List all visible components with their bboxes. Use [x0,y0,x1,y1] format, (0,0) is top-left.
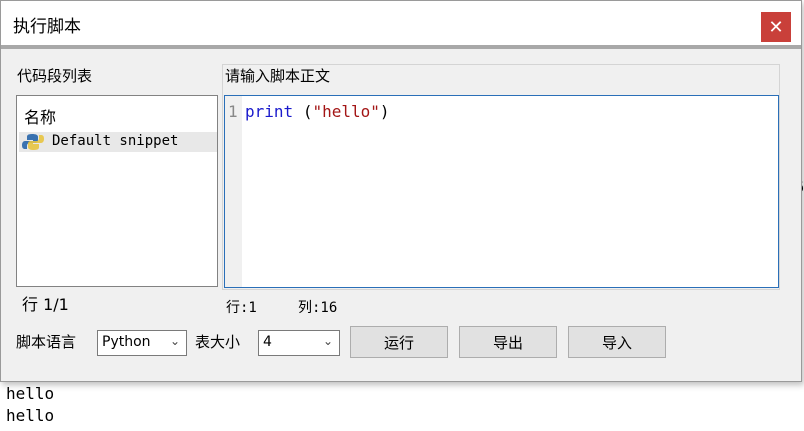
title-separator [1,45,801,49]
tab-size-select[interactable]: 4 ⌄ [258,330,340,356]
export-button[interactable]: 导出 [459,326,557,358]
code-string: "hello" [312,102,380,121]
cursor-column-status: 列:16 [298,300,338,316]
editor-group-title: 请输入脚本正文 [225,67,331,85]
console-output-line: hello [6,406,55,425]
execute-script-dialog: 执行脚本 ✕ 代码段列表 名称 Default snippet 行 1/1 请输… [0,0,802,382]
close-button[interactable]: ✕ [761,12,791,42]
snippet-list[interactable]: 名称 Default snippet [16,95,218,287]
chevron-down-icon: ⌄ [322,334,333,348]
chevron-down-icon: ⌄ [169,334,180,348]
tab-size-label: 表大小 [195,333,241,351]
line-number: 1 [228,102,238,121]
script-editor[interactable]: 1 print ("hello") [224,95,779,288]
title-bar[interactable]: 执行脚本 ✕ [1,1,801,45]
code-open-paren: ( [302,102,313,121]
script-language-label: 脚本语言 [16,333,77,351]
dialog-title: 执行脚本 [13,17,81,37]
console-output-line: hello [6,384,55,403]
cursor-line-status: 行:1 [226,300,257,316]
import-button[interactable]: 导入 [568,326,666,358]
tab-size-value: 4 [263,334,272,350]
snippet-row-indicator: 行 1/1 [22,295,69,314]
script-language-value: Python [102,334,151,350]
snippet-column-header: 名称 [24,108,57,127]
snippet-list-group-title: 代码段列表 [17,67,93,85]
python-icon [22,134,44,150]
close-icon: ✕ [768,16,784,38]
line-number-gutter: 1 [225,96,242,287]
script-language-select[interactable]: Python ⌄ [97,330,187,356]
snippet-list-item[interactable]: Default snippet [19,132,217,152]
run-button[interactable]: 运行 [350,326,448,358]
snippet-name: Default snippet [52,133,179,149]
code-keyword: print [245,102,294,121]
code-close-paren: ) [379,102,390,121]
code-line[interactable]: print ("hello") [245,102,390,121]
